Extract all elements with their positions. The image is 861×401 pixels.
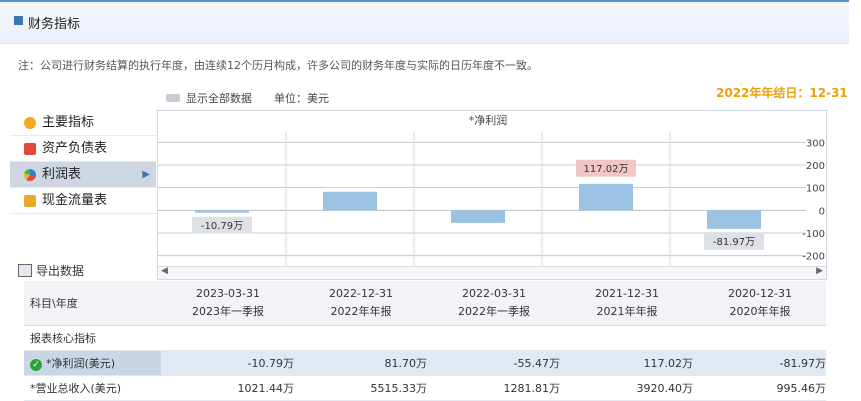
y-tick-label: -200 <box>802 252 825 263</box>
sidebar-item-label: 现金流量表 <box>42 193 108 208</box>
table-header-row: 科目\年度 2023-03-31 2023年一季报 2022-12-31 2022年… <box>24 281 826 326</box>
sidebar-item-income-statement[interactable]: 利润表 ▶ <box>10 162 156 188</box>
table-cell: -81.97万 <box>693 350 826 376</box>
chart-svg: 300 200 100 0 -100 -200 -10.79万 117.02万 -81.97万 <box>158 131 825 267</box>
arrow-right-icon: ▶ <box>142 169 150 180</box>
export-label: 导出数据 <box>36 264 85 278</box>
row-label: ✓ *净利润(美元) <box>24 350 161 376</box>
sidebar-item-balance-sheet[interactable]: 资产负债表 <box>10 136 156 162</box>
table-cell: 5515.33万 <box>294 375 427 401</box>
table-column-header: 2022-12-31 2022年年报 <box>294 281 427 326</box>
fiscal-note: 注：公司进行财务结算的执行年度，由连续12个历月构成，许多公司的财务年度与实际的… <box>18 59 538 72</box>
financial-table: 科目\年度 2023-03-31 2023年一季报 2022-12-31 2022年… <box>24 281 826 401</box>
table-column-header: 2021-12-31 2021年年报 <box>560 281 693 326</box>
y-tick-label: 100 <box>806 184 825 195</box>
bar <box>195 210 249 213</box>
table-cell: 1281.81万 <box>427 375 560 401</box>
sidebar-item-cash-flow[interactable]: 现金流量表 <box>10 188 156 214</box>
sidebar: 主要指标 资产负债表 利润表 ▶ 现金流量表 <box>10 110 156 214</box>
table-section-label: 报表核心指标 <box>24 325 161 351</box>
show-all-label[interactable]: 显示全部数据 <box>186 90 252 106</box>
table-cell: 81.70万 <box>294 350 427 376</box>
table-column-header: 2022-03-31 2022年一季报 <box>427 281 560 326</box>
table-cell: 995.46万 <box>693 375 826 401</box>
sidebar-item-label: 主要指标 <box>42 115 95 130</box>
sidebar-item-key-indicators[interactable]: 主要指标 <box>10 110 156 136</box>
fiscal-year-end: 2022年年结日：12-31 <box>716 86 848 100</box>
chart-scrollbar[interactable]: ◀ ▶ <box>158 266 826 279</box>
y-tick-label: 300 <box>806 138 825 149</box>
document-icon <box>24 142 36 155</box>
section-marker-icon <box>14 16 23 25</box>
scroll-right-icon[interactable]: ▶ <box>816 266 823 276</box>
bar <box>707 210 761 229</box>
table-cell: -10.79万 <box>161 350 294 376</box>
net-profit-chart: *净利润 300 200 100 0 -100 -200 -10.79万 117.02万 -81… <box>157 110 827 280</box>
table-cell: 3920.40万 <box>560 375 693 401</box>
export-icon <box>18 264 32 277</box>
section-header: 财务指标 <box>0 0 849 44</box>
bar <box>323 191 377 211</box>
data-label: 117.02万 <box>584 164 629 175</box>
sidebar-item-label: 利润表 <box>42 167 82 182</box>
bar <box>579 183 633 211</box>
table-row[interactable]: ✓ *净利润(美元) -10.79万 81.70万 -55.47万 117.02万… <box>24 350 826 376</box>
sun-icon <box>24 116 36 129</box>
section-title: 财务指标 <box>28 17 81 32</box>
table-row[interactable]: *营业总收入(美元) 1021.44万 5515.33万 1281.81万 39… <box>24 375 826 401</box>
y-tick-label: 0 <box>819 206 825 217</box>
export-data-link[interactable]: 导出数据 <box>18 262 84 279</box>
cash-icon <box>24 194 36 207</box>
table-cell: 1021.44万 <box>161 375 294 401</box>
table-section-row: 报表核心指标 <box>24 325 826 351</box>
scroll-left-icon[interactable]: ◀ <box>161 266 168 276</box>
table-column-header: 2023-03-31 2023年一季报 <box>161 281 294 326</box>
y-tick-label: 200 <box>806 161 825 172</box>
row-label: *营业总收入(美元) <box>24 375 161 401</box>
y-tick-label: -100 <box>802 229 825 240</box>
data-label: -81.97万 <box>713 237 755 248</box>
unit-label: 单位：美元 <box>274 92 329 105</box>
table-cell: 117.02万 <box>560 350 693 376</box>
show-all-toggle-icon[interactable] <box>166 94 180 102</box>
chart-toolbar: 显示全部数据 单位：美元 <box>166 90 329 106</box>
table-header-label: 科目\年度 <box>24 281 161 326</box>
data-label: -10.79万 <box>201 221 243 232</box>
check-icon: ✓ <box>30 359 42 371</box>
bar <box>451 210 505 223</box>
table-column-header: 2020-12-31 2020年年报 <box>693 281 826 326</box>
table-cell: -55.47万 <box>427 350 560 376</box>
sidebar-item-label: 资产负债表 <box>42 141 108 156</box>
pie-icon <box>24 168 36 181</box>
